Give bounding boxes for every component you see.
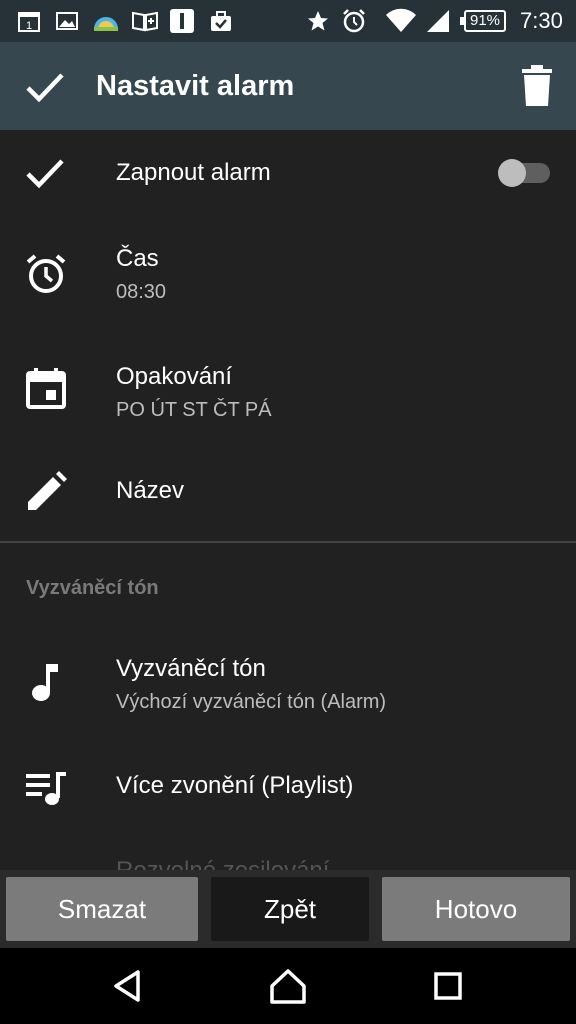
page-title: Nastavit alarm <box>96 70 295 102</box>
divider <box>0 541 576 543</box>
weather-icon <box>90 8 122 34</box>
name-label: Název <box>116 477 185 504</box>
alarm-icon <box>340 8 368 34</box>
name-row[interactable]: Název <box>0 454 576 540</box>
enable-alarm-row[interactable]: Zapnout alarm <box>0 130 576 220</box>
ringtone-label: Vyzváněcí tón <box>116 655 266 682</box>
home-nav-icon[interactable] <box>268 966 308 1006</box>
ringtone-value: Výchozí vyzváněcí tón (Alarm) <box>116 691 387 713</box>
check-icon <box>24 152 68 196</box>
wifi-icon <box>384 8 418 34</box>
book-icon <box>130 8 160 34</box>
toolbar: Nastavit alarm <box>0 42 576 130</box>
music-note-icon <box>24 660 68 704</box>
flashlight-icon <box>168 8 196 34</box>
confirm-check-icon[interactable] <box>24 66 66 108</box>
delete-trash-icon[interactable] <box>516 64 558 108</box>
repeat-row[interactable]: Opakování PO ÚT ST ČT PÁ <box>0 338 576 454</box>
recents-nav-icon[interactable] <box>428 966 468 1006</box>
ringtone-row[interactable]: Vyzváněcí tón Výchozí vyzváněcí tón (Ala… <box>0 630 576 748</box>
partial-row-label: Rozvolné zesilování <box>116 856 329 870</box>
pencil-icon <box>24 470 68 514</box>
enable-alarm-label: Zapnout alarm <box>116 159 271 186</box>
button-bar: Smazat Zpět Hotovo <box>0 870 576 948</box>
battery-icon: 91% <box>460 10 506 32</box>
star-icon <box>305 8 331 34</box>
clock: 7:30 <box>520 8 563 33</box>
ringtone-section-header: Vyzváněcí tón <box>26 577 159 599</box>
signal-icon <box>424 8 452 34</box>
delete-button[interactable]: Smazat <box>6 877 198 941</box>
back-button[interactable]: Zpět <box>211 877 369 941</box>
calendar-icon: 1 <box>16 8 42 34</box>
playlist-label: Více zvonění (Playlist) <box>116 772 354 799</box>
done-button[interactable]: Hotovo <box>382 877 570 941</box>
playlist-icon <box>24 766 68 810</box>
gallery-icon <box>54 8 80 34</box>
toggle-thumb[interactable] <box>498 159 526 187</box>
time-value: 08:30 <box>116 281 167 303</box>
time-label: Čas <box>116 245 159 272</box>
alarm-clock-icon <box>24 252 68 296</box>
partial-row[interactable]: Rozvolné zesilování <box>0 836 576 870</box>
time-row[interactable]: Čas 08:30 <box>0 220 576 338</box>
repeat-value: PO ÚT ST ČT PÁ <box>116 399 272 421</box>
settings-list[interactable]: Zapnout alarm Čas 08:30 Opakování PO ÚT … <box>0 130 576 870</box>
back-nav-icon[interactable] <box>108 966 148 1006</box>
calendar-icon <box>24 366 68 410</box>
briefcase-icon <box>208 8 234 34</box>
status-bar: 1 91% 7:30 <box>0 0 576 42</box>
navigation-bar <box>0 948 576 1024</box>
playlist-row[interactable]: Více zvonění (Playlist) <box>0 748 576 836</box>
svg-text:1: 1 <box>26 20 32 32</box>
repeat-label: Opakování <box>116 363 233 390</box>
